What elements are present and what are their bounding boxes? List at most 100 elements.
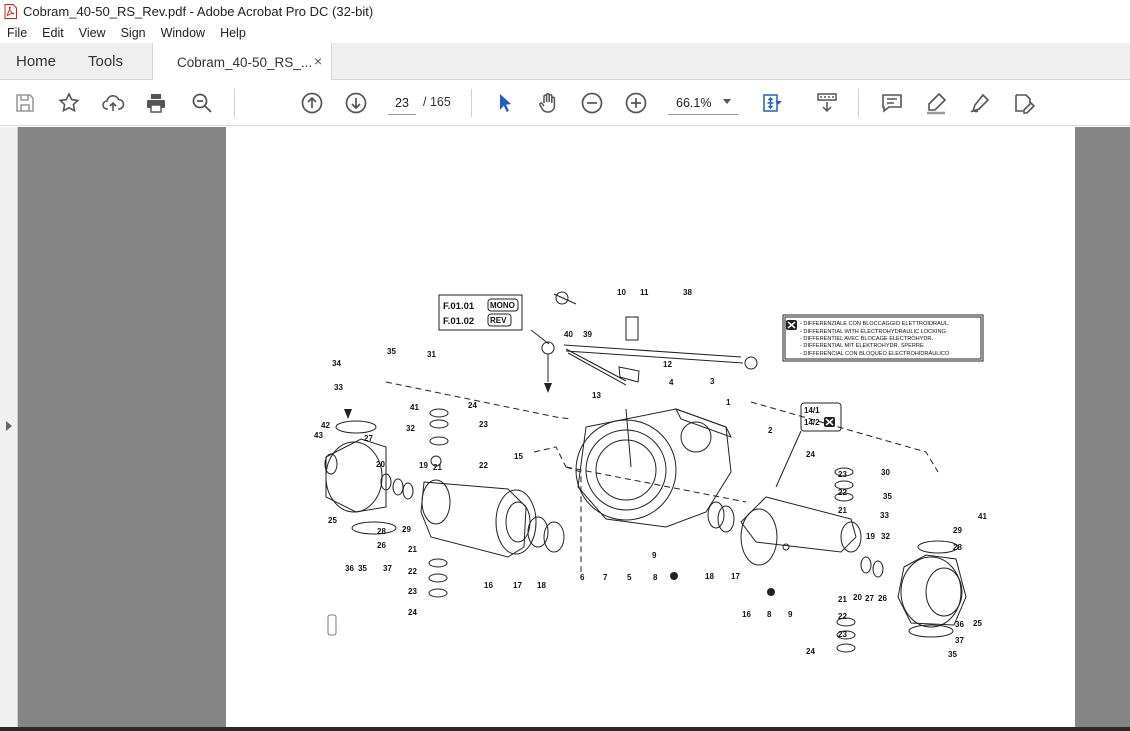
part-number-label: 23	[838, 630, 847, 639]
part-number-label: 9	[652, 551, 657, 560]
menu-help[interactable]: Help	[213, 26, 254, 40]
comment-icon[interactable]	[880, 91, 904, 115]
part-number-label: 23	[408, 587, 417, 596]
part-number-label: 35	[387, 347, 396, 356]
pdf-file-icon	[4, 4, 17, 19]
arrow-down-icon	[544, 383, 552, 393]
print-icon[interactable]	[144, 91, 168, 115]
part-number-label: 8	[767, 610, 772, 619]
pdf-page: F.01.01 F.01.02 MONO REV 14/1 14/2 - DIF…	[226, 127, 1075, 731]
part-number-label: 35	[358, 564, 367, 573]
zoom-search-icon[interactable]	[190, 91, 214, 115]
draw-icon[interactable]	[968, 91, 992, 115]
page-mark	[327, 614, 337, 636]
part-number-label: 32	[406, 424, 415, 433]
ref-code: F.01.02	[443, 316, 474, 327]
part-number-label: 8	[653, 573, 658, 582]
variant-label: 14/1	[804, 406, 820, 415]
part-number-label: 18	[537, 581, 546, 590]
part-number-label: 34	[332, 359, 341, 368]
legend-line: - DIFFERENTIAL MIT ELEKTROHYDR. SPERRE	[800, 343, 924, 349]
ref-tag: REV	[490, 316, 507, 325]
arrow-down-icon	[344, 409, 352, 419]
part-number-label: 12	[663, 360, 672, 369]
tab-close-icon[interactable]: ×	[314, 53, 322, 69]
legend-line: - DIFFERENTIAL WITH ELECTROHYDRAULIC LOC…	[800, 329, 946, 335]
part-number-label: 28	[953, 543, 962, 552]
ref-code: F.01.01	[443, 301, 475, 312]
zoom-dropdown-icon[interactable]	[723, 99, 731, 104]
part-number-label: 21	[408, 545, 417, 554]
upload-cloud-icon[interactable]	[101, 91, 125, 115]
part-number-label: 18	[705, 572, 714, 581]
part-number-label: 38	[683, 288, 692, 297]
zoom-level-input[interactable]: 66.1%	[668, 93, 738, 115]
legend-line: - DIFFERENCIAL CON BLOQUEO ELECTROHIDRÁU…	[800, 350, 950, 357]
part-number-label: 21	[433, 463, 442, 472]
document-viewer[interactable]: F.01.01 F.01.02 MONO REV 14/1 14/2 - DIF…	[0, 127, 1130, 731]
part-number-label: 17	[513, 581, 522, 590]
part-number-label: 24	[408, 608, 417, 617]
part-number-label: 4	[669, 378, 674, 387]
part-number-label: 37	[955, 636, 964, 645]
part-number-label: 41	[978, 512, 987, 521]
part-number-label: 1	[726, 398, 731, 407]
part-number-label: 24	[468, 401, 477, 410]
steering-tie-rods	[541, 291, 758, 386]
tab-bar: Home Tools Cobram_40-50_RS_... ×	[0, 43, 1130, 81]
menu-file[interactable]: File	[0, 26, 35, 40]
toolbar-separator	[858, 89, 859, 117]
hand-tool-icon[interactable]	[536, 91, 560, 115]
part-number-label: 22	[838, 612, 847, 621]
part-number-label: 33	[334, 383, 343, 392]
part-number-label: 20	[376, 460, 385, 469]
legend-line: - DIFFERENTIEL AVEC BLOCAGE ELECTROHYDR.	[800, 336, 933, 342]
part-number-label: 7	[603, 573, 608, 582]
left-panel-rail[interactable]	[0, 127, 18, 731]
select-arrow-icon[interactable]	[493, 91, 517, 115]
part-number-label: 20	[853, 593, 862, 602]
menu-sign[interactable]: Sign	[114, 26, 154, 40]
toolbar-separator	[234, 89, 235, 117]
part-number-label: 17	[731, 572, 740, 581]
assembly-dash-lines	[385, 381, 939, 577]
page-down-icon[interactable]	[344, 91, 368, 115]
part-number-label: 19	[419, 461, 428, 470]
variant-label: 14/2	[804, 418, 820, 427]
page-total: / 165	[423, 95, 451, 109]
part-number-label: 40	[564, 330, 573, 339]
menu-window[interactable]: Window	[154, 26, 213, 40]
page-number-input[interactable]: 23	[388, 93, 416, 115]
part-number-label: 30	[881, 468, 890, 477]
highlight-icon[interactable]	[924, 91, 948, 115]
part-number-label: 15	[514, 452, 523, 461]
expand-panel-icon[interactable]	[6, 421, 12, 431]
menu-edit[interactable]: Edit	[35, 26, 72, 40]
menu-view[interactable]: View	[72, 26, 114, 40]
part-number-label: 5	[627, 573, 632, 582]
part-number-label: 39	[583, 330, 592, 339]
tab-tools[interactable]: Tools	[88, 53, 123, 70]
part-number-label: 3	[710, 377, 715, 386]
window-title: Cobram_40-50_RS_Rev.pdf - Adobe Acrobat …	[23, 4, 374, 19]
part-number-label: 24	[806, 647, 815, 656]
bookmark-star-icon[interactable]	[57, 91, 81, 115]
part-number-label: 43	[314, 431, 323, 440]
part-number-label: 29	[402, 525, 411, 534]
part-number-label: 26	[377, 541, 386, 550]
save-icon[interactable]	[13, 91, 37, 115]
tab-document[interactable]: Cobram_40-50_RS_... ×	[152, 43, 332, 81]
scroll-mode-icon[interactable]	[815, 91, 839, 115]
part-number-label: 27	[865, 594, 874, 603]
part-number-label: 26	[878, 594, 887, 603]
page-up-icon[interactable]	[300, 91, 324, 115]
part-number-label: 2	[768, 426, 773, 435]
part-number-label: 6	[580, 573, 585, 582]
tab-home[interactable]: Home	[16, 53, 56, 70]
fit-page-icon[interactable]	[760, 91, 784, 115]
zoom-in-icon[interactable]	[624, 91, 648, 115]
nut-8	[767, 588, 775, 596]
fill-sign-icon[interactable]	[1012, 91, 1036, 115]
part-number-label: 23	[838, 470, 847, 479]
zoom-out-icon[interactable]	[580, 91, 604, 115]
